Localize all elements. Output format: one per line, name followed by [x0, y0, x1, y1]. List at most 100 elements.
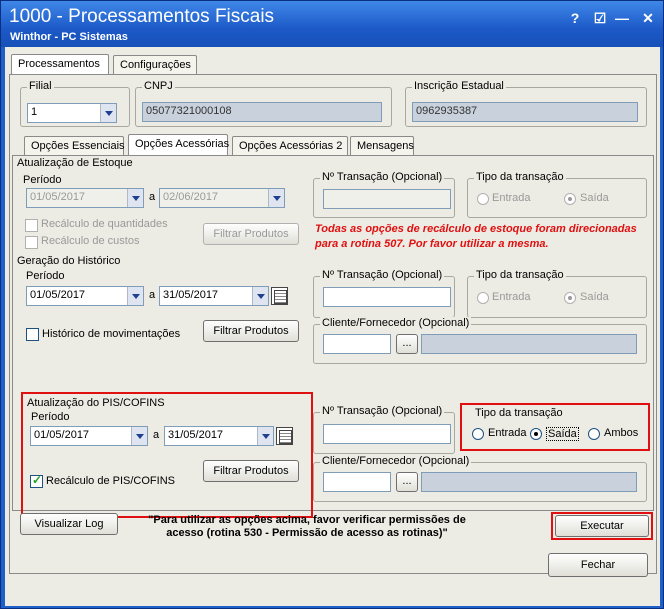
historico-a-label: a [149, 289, 156, 301]
historico-entrada-radio[interactable] [477, 292, 489, 304]
estoque-a-label: a [149, 191, 156, 203]
estoque-periodo-label: Período [23, 174, 62, 186]
historico-cliente-input[interactable] [323, 334, 391, 354]
pis-date-to[interactable]: 31/05/2017 [164, 426, 274, 446]
estoque-entrada-label: Entrada [492, 192, 531, 204]
pis-calendar-icon[interactable] [276, 427, 293, 445]
pis-periodo-label: Período [31, 411, 70, 423]
estoque-tipo-label: Tipo da transação [474, 171, 566, 183]
cnpj-label: CNPJ [142, 80, 175, 92]
recalculo-pis-cofins-checkbox[interactable] [30, 473, 43, 488]
estoque-title: Atualização de Estoque [17, 157, 133, 169]
pis-ntrans-group: Nº Transação (Opcional) [313, 405, 455, 454]
estoque-entrada-radio[interactable] [477, 193, 489, 205]
pis-tipo-label: Tipo da transação [475, 407, 563, 419]
historico-cliente-group: Cliente/Fornecedor (Opcional) ... [313, 317, 647, 364]
pis-entrada-radio[interactable] [472, 428, 484, 440]
pis-cliente-input[interactable] [323, 472, 391, 492]
estoque-saida-label: Saída [580, 192, 609, 204]
pis-ntrans-input[interactable] [323, 424, 451, 444]
historico-ntrans-label: Nº Transação (Opcional) [320, 269, 445, 281]
historico-periodo-label: Período [26, 270, 65, 282]
estoque-date-from[interactable]: 01/05/2017 [26, 188, 144, 208]
pis-ambos-radio[interactable] [588, 428, 600, 440]
pis-cliente-search-button[interactable]: ... [396, 472, 418, 492]
title-bar: 1000 - Processamentos Fiscais Winthor - … [1, 1, 663, 47]
edit-icon[interactable]: ☑ [591, 9, 609, 27]
historico-movimentacoes-label: Histórico de movimentações [42, 328, 181, 340]
historico-saida-label: Saída [580, 291, 609, 303]
historico-saida-radio[interactable] [564, 292, 576, 304]
historico-tipo-group: Tipo da transação Entrada Saída [467, 269, 647, 318]
estoque-date-to[interactable]: 02/06/2017 [159, 188, 285, 208]
executar-button[interactable]: Executar [555, 515, 649, 537]
estoque-ntrans-input[interactable] [323, 189, 451, 209]
pis-cliente-label: Cliente/Fornecedor (Opcional) [320, 455, 472, 467]
ie-label: Inscrição Estadual [412, 80, 506, 92]
close-icon[interactable]: ✕ [639, 9, 657, 27]
tab-mensagens[interactable]: Mensagens [350, 136, 414, 155]
historico-ntrans-input[interactable] [323, 287, 451, 307]
tab-configuracoes[interactable]: Configurações [113, 55, 197, 74]
filial-group: Filial 1 [20, 80, 130, 127]
chevron-down-icon[interactable] [257, 427, 273, 445]
filial-select[interactable]: 1 [27, 103, 117, 123]
estoque-ntrans-label: Nº Transação (Opcional) [320, 171, 445, 183]
recalculo-custos-label: Recálculo de custos [41, 235, 140, 247]
permissions-note: "Para utilizar as opções acima, favor ve… [148, 514, 466, 539]
minimize-icon[interactable]: — [613, 9, 631, 27]
pis-a-label: a [153, 429, 160, 441]
tab-opcoes-acessorias[interactable]: Opções Acessórias [128, 134, 229, 155]
main-panel: Filial 1 CNPJ 05077321000108 Inscrição E… [9, 74, 657, 574]
filtrar-produtos-pis-button[interactable]: Filtrar Produtos [203, 460, 299, 482]
chevron-down-icon[interactable] [252, 287, 268, 305]
cnpj-group: CNPJ 05077321000108 [135, 80, 392, 127]
pis-cliente-name-field [421, 472, 637, 492]
ie-group: Inscrição Estadual 0962935387 [405, 80, 647, 127]
historico-date-from[interactable]: 01/05/2017 [26, 286, 144, 306]
pis-saida-label: Saída [546, 427, 579, 441]
estoque-redirect-message: Todas as opções de recálculo de estoque … [315, 223, 637, 250]
historico-date-to[interactable]: 31/05/2017 [159, 286, 269, 306]
chevron-down-icon[interactable] [127, 287, 143, 305]
historico-calendar-icon[interactable] [271, 287, 288, 305]
pis-saida-radio[interactable] [530, 428, 542, 440]
client-area: Processamentos Configurações Filial 1 CN… [5, 47, 660, 606]
filtrar-produtos-historico-button[interactable]: Filtrar Produtos [203, 320, 299, 342]
fechar-button[interactable]: Fechar [548, 553, 648, 577]
historico-ntrans-group: Nº Transação (Opcional) [313, 269, 455, 318]
pis-ambos-label: Ambos [604, 427, 639, 439]
historico-movimentacoes-checkbox[interactable] [26, 328, 39, 341]
tab-opcoes-acessorias-2[interactable]: Opções Acessórias 2 [232, 136, 348, 155]
tab-processamentos[interactable]: Processamentos [11, 54, 109, 75]
filial-value: 1 [31, 106, 38, 118]
window-subtitle: Winthor - PC Sistemas [10, 31, 128, 43]
recalculo-pis-cofins-label: Recálculo de PIS/COFINS [46, 475, 175, 487]
historico-tipo-label: Tipo da transação [474, 269, 566, 281]
recalculo-quantidades-label: Recálculo de quantidades [41, 218, 168, 230]
main-window: 1000 - Processamentos Fiscais Winthor - … [0, 0, 664, 609]
historico-title: Geração do Histórico [17, 255, 121, 267]
cnpj-field[interactable]: 05077321000108 [142, 102, 382, 122]
estoque-tipo-group: Tipo da transação Entrada Saída [467, 171, 647, 218]
chevron-down-icon[interactable] [131, 427, 147, 445]
historico-cliente-label: Cliente/Fornecedor (Opcional) [320, 317, 472, 329]
ie-field[interactable]: 0962935387 [412, 102, 638, 122]
filial-label: Filial [27, 80, 54, 92]
estoque-saida-radio[interactable] [564, 193, 576, 205]
options-panel: Atualização de Estoque Período 01/05/201… [12, 155, 654, 518]
pis-title: Atualização do PIS/COFINS [27, 397, 165, 409]
pis-entrada-label: Entrada [488, 427, 527, 439]
historico-cliente-search-button[interactable]: ... [396, 334, 418, 354]
pis-date-from[interactable]: 01/05/2017 [30, 426, 148, 446]
tab-opcoes-essenciais[interactable]: Opções Essenciais [24, 136, 125, 155]
chevron-down-icon[interactable] [100, 104, 116, 122]
chevron-down-icon[interactable] [127, 189, 143, 207]
pis-cliente-group: Cliente/Fornecedor (Opcional) ... [313, 455, 647, 502]
chevron-down-icon[interactable] [268, 189, 284, 207]
filtrar-produtos-estoque-button[interactable]: Filtrar Produtos [203, 223, 299, 245]
help-icon[interactable]: ? [566, 9, 584, 27]
recalculo-custos-checkbox[interactable] [25, 236, 38, 249]
recalculo-quantidades-checkbox[interactable] [25, 219, 38, 232]
visualizar-log-button[interactable]: Visualizar Log [20, 513, 118, 535]
